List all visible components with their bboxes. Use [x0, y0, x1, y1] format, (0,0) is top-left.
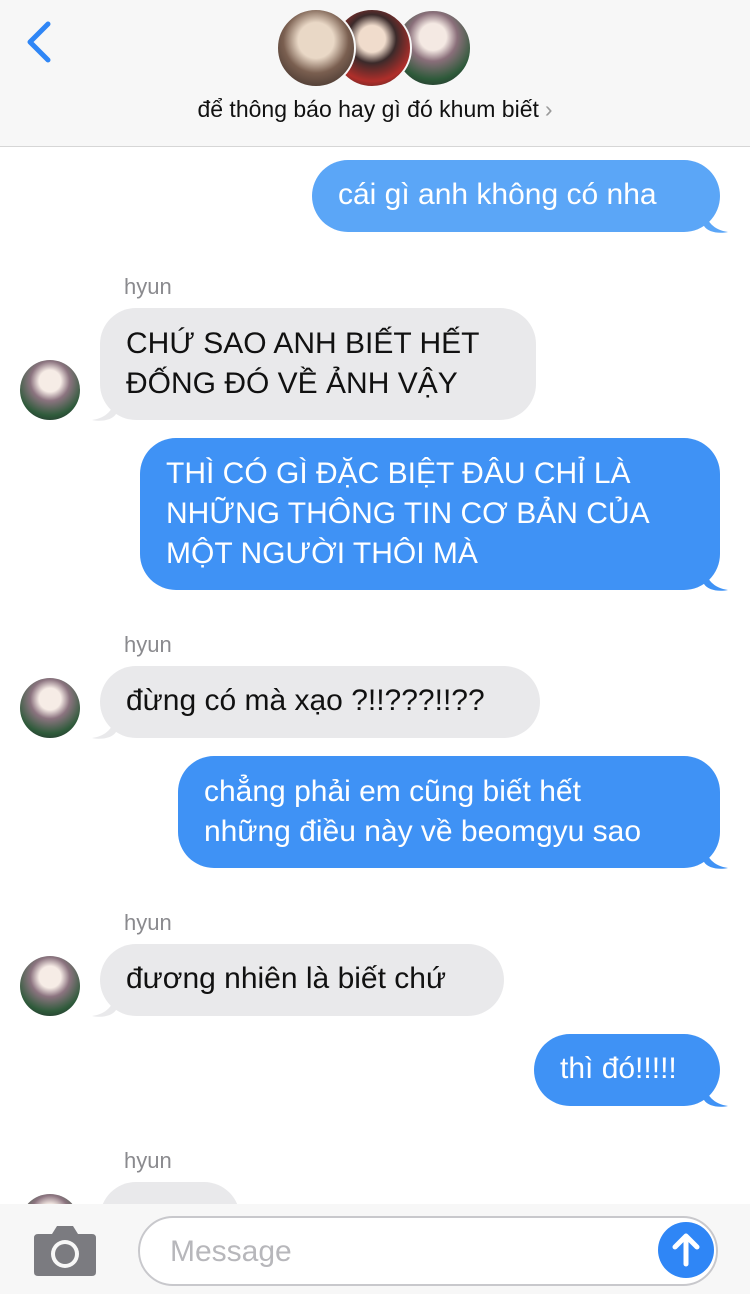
message-text: đừng có mà xạo ?!!???!!??: [126, 684, 485, 717]
group-avatars[interactable]: [276, 8, 476, 90]
group-name-label: để thông báo hay gì đó khum biết: [197, 96, 539, 122]
message-bubble-outgoing[interactable]: cái gì anh không có nha: [312, 160, 720, 232]
sender-avatar[interactable]: [20, 678, 80, 738]
bubble-tail: [704, 566, 728, 591]
camera-icon[interactable]: [32, 1222, 98, 1278]
sender-name: hyun: [124, 274, 172, 299]
message-text: đương nhiên là biết chứ: [126, 962, 447, 995]
message-text: cái gì anh không có nha: [338, 178, 657, 211]
message-bubble-incoming[interactable]: đừng có mà xạo ?!!???!!??: [100, 666, 540, 738]
bubble-tail: [704, 208, 728, 233]
message-bubble-incoming[interactable]: đương nhiên là biết chứ: [100, 944, 504, 1016]
bubble-tail: [92, 714, 116, 739]
message-line: NHỮNG THÔNG TIN CƠ BẢN CỦA: [166, 497, 650, 530]
sender-name: hyun: [124, 1148, 172, 1173]
message-composer: [0, 1204, 750, 1294]
group-name[interactable]: để thông báo hay gì đó khum biết ›: [0, 96, 750, 123]
message-line: CHỨ SAO ANH BIẾT HẾT: [126, 327, 480, 360]
bubble-tail: [704, 844, 728, 869]
message-line: ĐỐNG ĐÓ VỀ ẢNH VẬY: [126, 367, 458, 400]
message-text: thì đó!!!!!: [560, 1052, 677, 1085]
conversation-header: để thông báo hay gì đó khum biết ›: [0, 0, 750, 147]
message-bubble-incoming[interactable]: CHỨ SAO ANH BIẾT HẾT ĐỐNG ĐÓ VỀ ẢNH VẬY: [100, 308, 536, 420]
bubble-tail: [704, 1082, 728, 1107]
send-arrow-icon: [672, 1233, 700, 1267]
message-line: chẳng phải em cũng biết hết: [204, 775, 581, 808]
sender-name: hyun: [124, 910, 172, 935]
message-input-field[interactable]: [138, 1216, 718, 1286]
bubble-tail: [92, 992, 116, 1017]
back-chevron-icon[interactable]: [22, 18, 62, 66]
chevron-right-icon: ›: [544, 96, 553, 122]
message-bubble-outgoing[interactable]: chẳng phải em cũng biết hết những điều n…: [178, 756, 720, 868]
send-button[interactable]: [658, 1222, 714, 1278]
avatar: [276, 8, 356, 88]
message-line: những điều này về beomgyu sao: [204, 815, 642, 848]
sender-name: hyun: [124, 632, 172, 657]
message-line: THÌ CÓ GÌ ĐẶC BIỆT ĐÂU CHỈ LÀ: [166, 457, 631, 490]
message-bubble-outgoing[interactable]: thì đó!!!!!: [534, 1034, 720, 1106]
sender-avatar[interactable]: [20, 360, 80, 420]
message-input[interactable]: [168, 1218, 652, 1286]
message-bubble-outgoing[interactable]: THÌ CÓ GÌ ĐẶC BIỆT ĐÂU CHỈ LÀ NHỮNG THÔN…: [140, 438, 720, 590]
sender-avatar[interactable]: [20, 956, 80, 1016]
message-line: MỘT NGƯỜI THÔI MÀ: [166, 537, 478, 570]
bubble-tail: [92, 396, 116, 421]
